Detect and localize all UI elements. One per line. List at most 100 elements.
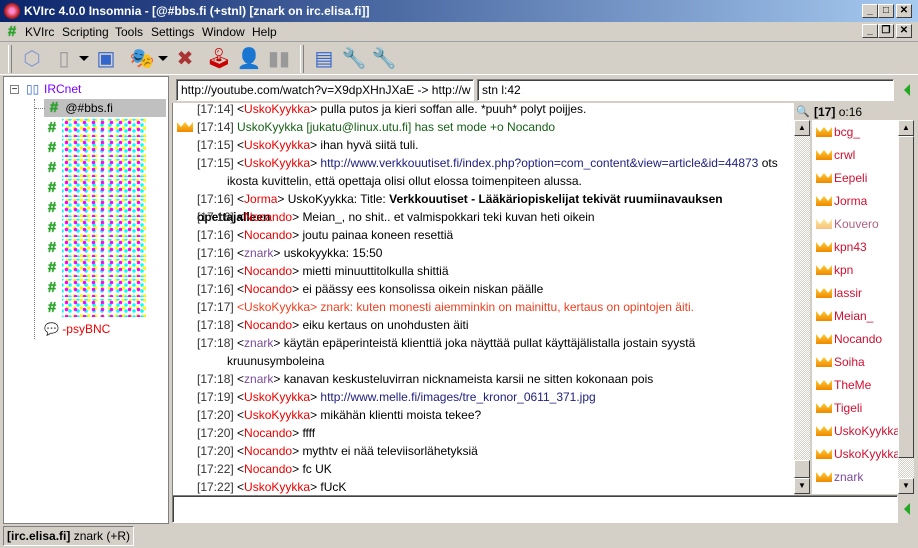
tree-channel[interactable]: #	[44, 259, 164, 277]
user-item[interactable]: kpn	[816, 261, 853, 279]
user-list[interactable]: bcg_ crwl Eepeli Jorma Kouvero kpn43 kpn…	[812, 120, 898, 494]
chat-line: [17:20] <Nocando> mythtv ei nää televiis…	[197, 444, 478, 458]
tree-query[interactable]: 💬 -psyBNC	[44, 320, 110, 338]
user-item[interactable]: bcg_	[816, 123, 860, 141]
maximize-button[interactable]: □	[878, 4, 894, 18]
chat-line: [17:20] <UskoKyykka> mikähän klientti mo…	[197, 408, 482, 422]
toolbar-grip-2[interactable]	[300, 45, 304, 73]
collapse-icon[interactable]: −	[10, 85, 19, 95]
search-icon[interactable]: 🔍	[796, 105, 810, 118]
link[interactable]: http://www.verkkouutiset.fi/index.php?op…	[320, 156, 758, 170]
chat-line: [17:22] <UskoKyykka> fUcK	[197, 480, 347, 494]
chat-line-highlight: [17:17] <UskoKyykka> znark: kuten monest…	[197, 300, 694, 314]
tree-network[interactable]: IRCnet	[44, 80, 81, 98]
tree-channel[interactable]: #	[44, 159, 164, 177]
query-bubble-icon: 💬	[44, 322, 59, 336]
tree-channel[interactable]: #	[44, 139, 164, 157]
user-item[interactable]: Soiha	[816, 353, 865, 371]
server-icon[interactable]: ▯	[50, 45, 78, 73]
menu-settings[interactable]: Settings	[151, 25, 194, 39]
menu-kvirc[interactable]: KVIrc	[25, 25, 54, 39]
user-item[interactable]: Meian_	[816, 307, 873, 325]
chat-line-mode: [17:14] UskoKyykka [jukatu@linux.utu.fi]…	[197, 120, 556, 134]
toggle-arrow-icon[interactable]	[904, 84, 910, 96]
message-input[interactable]	[172, 495, 898, 523]
userlist-scroll-down[interactable]: ▼	[898, 478, 914, 494]
chat-line: [17:16] <znark> uskokyykka: 15:50	[197, 246, 383, 260]
tree-channel[interactable]: #	[44, 239, 164, 257]
tree-channel[interactable]: #	[44, 219, 164, 237]
themes-dropdown-icon[interactable]	[158, 56, 168, 61]
child-restore-button[interactable]: ❐	[878, 24, 894, 38]
userlist-scroll-thumb[interactable]	[898, 136, 914, 458]
query-label: -psyBNC	[62, 322, 111, 336]
tree-channel-active[interactable]: # @#bbs.fi	[44, 99, 166, 117]
toolbar-grip[interactable]	[8, 45, 12, 73]
channel-label: @#bbs.fi	[65, 101, 113, 115]
options-icon[interactable]: ▤	[310, 45, 338, 73]
user-item[interactable]: Tigeli	[816, 399, 862, 417]
menu-scripting[interactable]: Scripting	[62, 25, 109, 39]
nick-icon[interactable]: 👤	[235, 45, 263, 73]
status-bar: [irc.elisa.fi] znark (+R)	[0, 524, 918, 548]
child-minimize-button[interactable]: _	[862, 24, 878, 38]
user-item[interactable]: UskoKyykka	[816, 422, 898, 440]
tools-icon[interactable]: ✖	[171, 45, 199, 73]
user-item[interactable]: UskoKyykka	[816, 445, 898, 463]
themes-icon[interactable]: 🎭	[128, 45, 156, 73]
link[interactable]: http://www.melle.fi/images/tre_kronor_06…	[320, 390, 595, 404]
op-crown-icon	[177, 122, 193, 132]
server-dropdown-icon[interactable]	[79, 56, 89, 61]
network-icon: ▯▯	[26, 82, 40, 96]
tree-channel[interactable]: #	[44, 179, 164, 197]
chat-scroll-up[interactable]: ▲	[794, 120, 810, 136]
user-item[interactable]: Kouvero	[816, 215, 879, 233]
connection-status[interactable]: [irc.elisa.fi] znark (+R)	[3, 526, 135, 546]
kvirc-menu-icon[interactable]: #	[4, 24, 20, 40]
tree-channel[interactable]: #	[44, 279, 164, 297]
user-item[interactable]: Eepeli	[816, 169, 867, 187]
tree-channel[interactable]: #	[44, 299, 164, 317]
user-item[interactable]: crwl	[816, 146, 855, 164]
user-item[interactable]: kpn43	[816, 238, 867, 256]
user-item[interactable]: lassir	[816, 284, 862, 302]
channel-icon: #	[49, 99, 59, 116]
mode-input[interactable]: stn l:42	[477, 79, 894, 101]
menu-tools[interactable]: Tools	[115, 25, 143, 39]
chat-scroll-thumb[interactable]	[794, 460, 810, 478]
new-window-icon[interactable]: ▣	[92, 45, 120, 73]
input-options-arrow-icon[interactable]	[904, 503, 910, 515]
menu-bar: # KVIrc Scripting Tools Settings Window …	[0, 22, 918, 42]
topic-input[interactable]: http://youtube.com/watch?v=X9dpXHnJXaE -…	[176, 79, 474, 101]
menu-help[interactable]: Help	[252, 25, 277, 39]
user-item[interactable]: Jorma	[816, 192, 867, 210]
chat-line: [17:15] <UskoKyykka> http://www.verkkouu…	[197, 156, 778, 188]
child-close-button[interactable]: ✕	[896, 24, 912, 38]
connect-icon[interactable]: ⬡	[18, 45, 46, 73]
chat-scrollbar[interactable]	[794, 120, 810, 494]
chat-view[interactable]: [17:14] <UskoKyykka> pulla putos ja kier…	[172, 103, 794, 495]
user-item[interactable]: Nocando	[816, 330, 882, 348]
userlist-header: [17] o:16	[814, 105, 862, 119]
menu-window[interactable]: Window	[202, 25, 245, 39]
user-item[interactable]: znark	[816, 468, 863, 486]
wrench-icon[interactable]: 🔧	[340, 45, 368, 73]
chat-line: [17:14] <UskoKyykka> pulla putos ja kier…	[197, 103, 587, 116]
joystick-icon[interactable]: 🕹	[205, 45, 233, 73]
servers-icon[interactable]: ▮▮	[265, 45, 293, 73]
tree-channel[interactable]: #	[44, 119, 164, 137]
toolbar: ⬡ ▯ ▣ 🎭 ✖ 🕹 👤 ▮▮ ▤ 🔧 🔧	[0, 42, 918, 75]
chat-line: [17:16] <Nocando> mietti minuuttitolkull…	[197, 264, 449, 278]
chat-scroll-down[interactable]: ▼	[794, 478, 810, 494]
window-tree: − ▯▯ IRCnet # @#bbs.fi # # # # # # # # #…	[3, 76, 169, 524]
minimize-button[interactable]: _	[862, 4, 878, 18]
tree-channel[interactable]: #	[44, 199, 164, 217]
chat-line: [17:18] <znark> kanavan keskusteluvirran…	[197, 372, 654, 386]
settings-wrench-icon[interactable]: 🔧	[370, 45, 398, 73]
chat-line: [17:15] <UskoKyykka> ihan hyvä siitä tul…	[197, 138, 419, 152]
chat-line: [17:16] <Nocando> ei päässy ees konsolis…	[197, 282, 544, 296]
user-count: [17]	[814, 105, 836, 119]
userlist-scroll-up[interactable]: ▲	[898, 120, 914, 136]
user-item[interactable]: TheMe	[816, 376, 871, 394]
close-button[interactable]: ✕	[896, 4, 912, 18]
